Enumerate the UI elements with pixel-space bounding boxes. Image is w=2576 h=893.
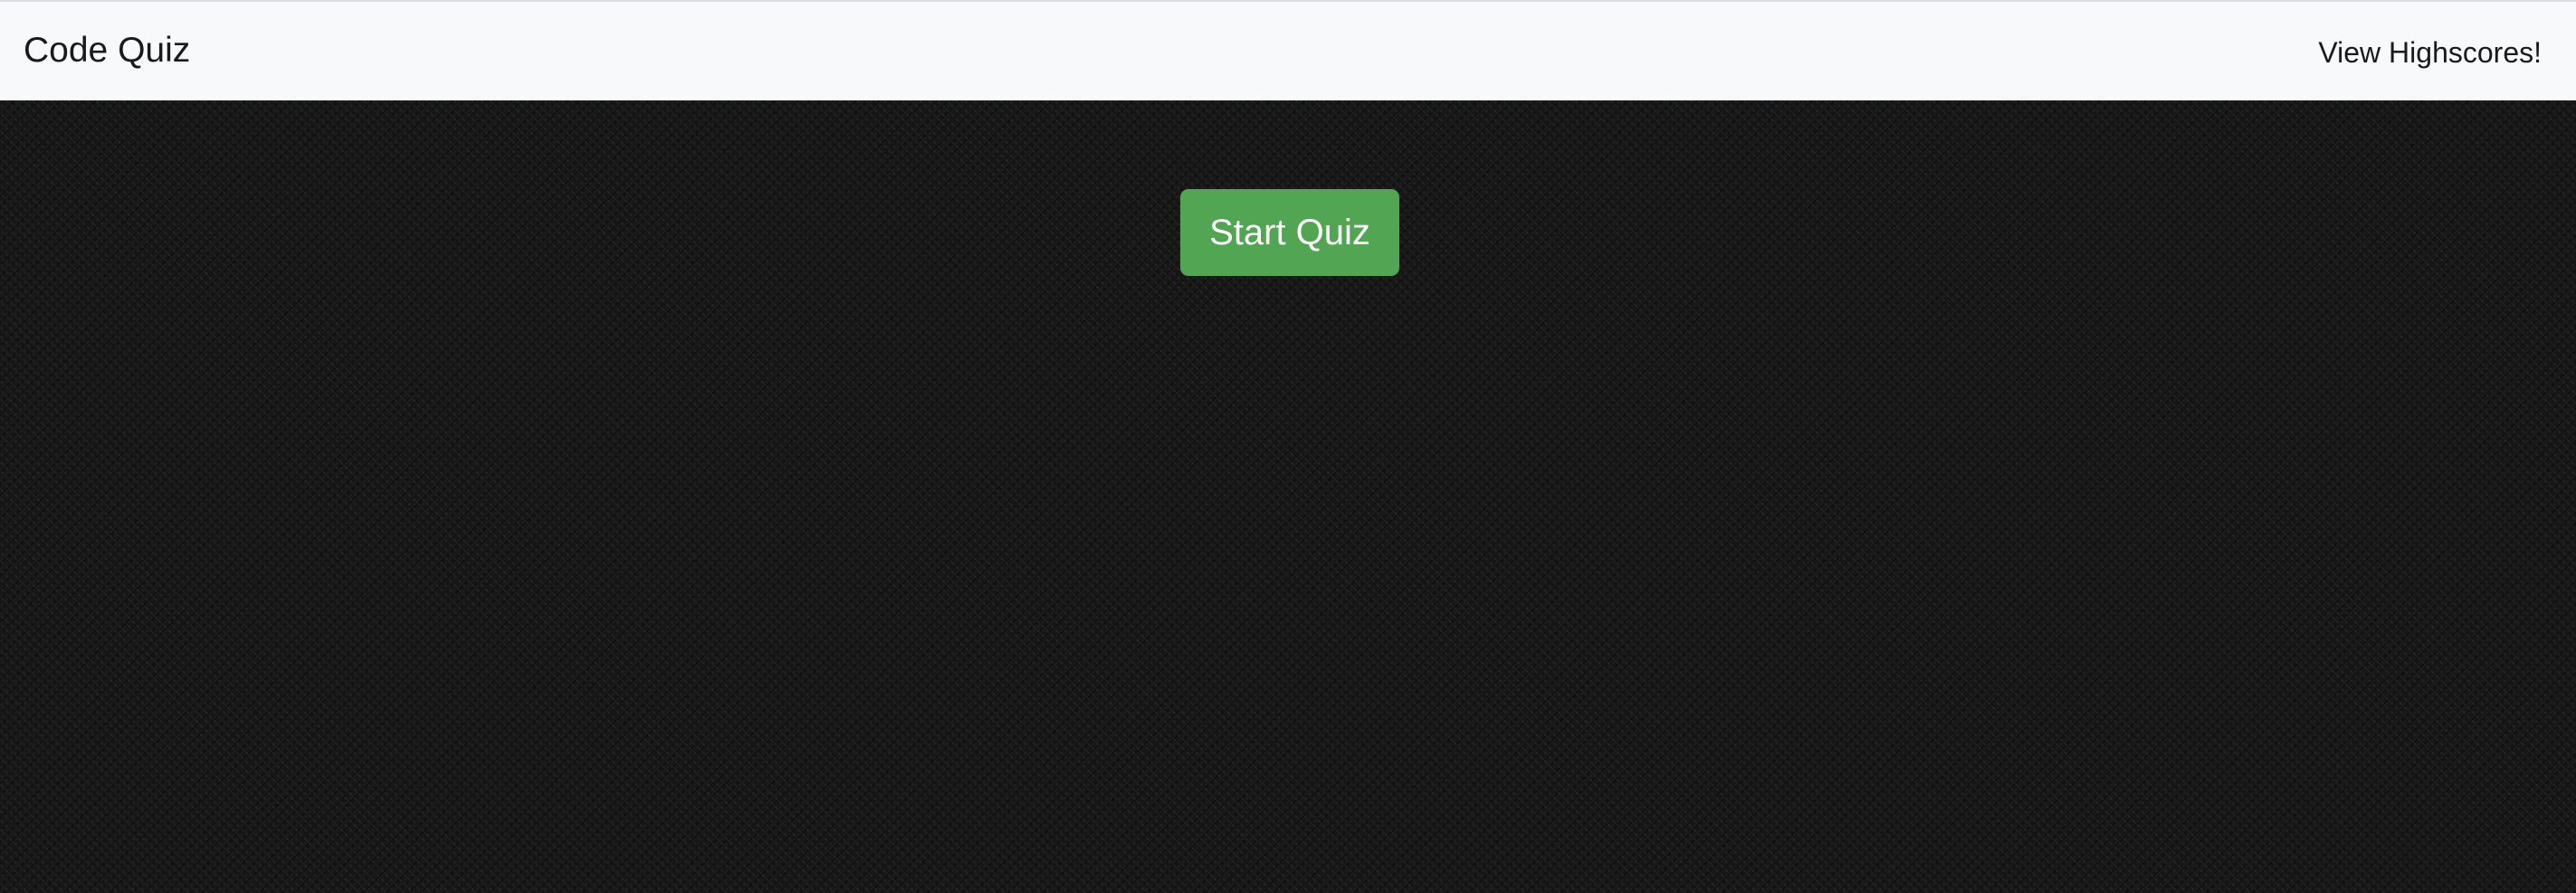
brand-link[interactable]: Code Quiz [24, 31, 190, 71]
start-quiz-button[interactable]: Start Quiz [1180, 189, 1399, 276]
navbar: Code Quiz View Highscores! [0, 0, 2576, 100]
view-highscores-link[interactable]: View Highscores! [2318, 36, 2542, 70]
